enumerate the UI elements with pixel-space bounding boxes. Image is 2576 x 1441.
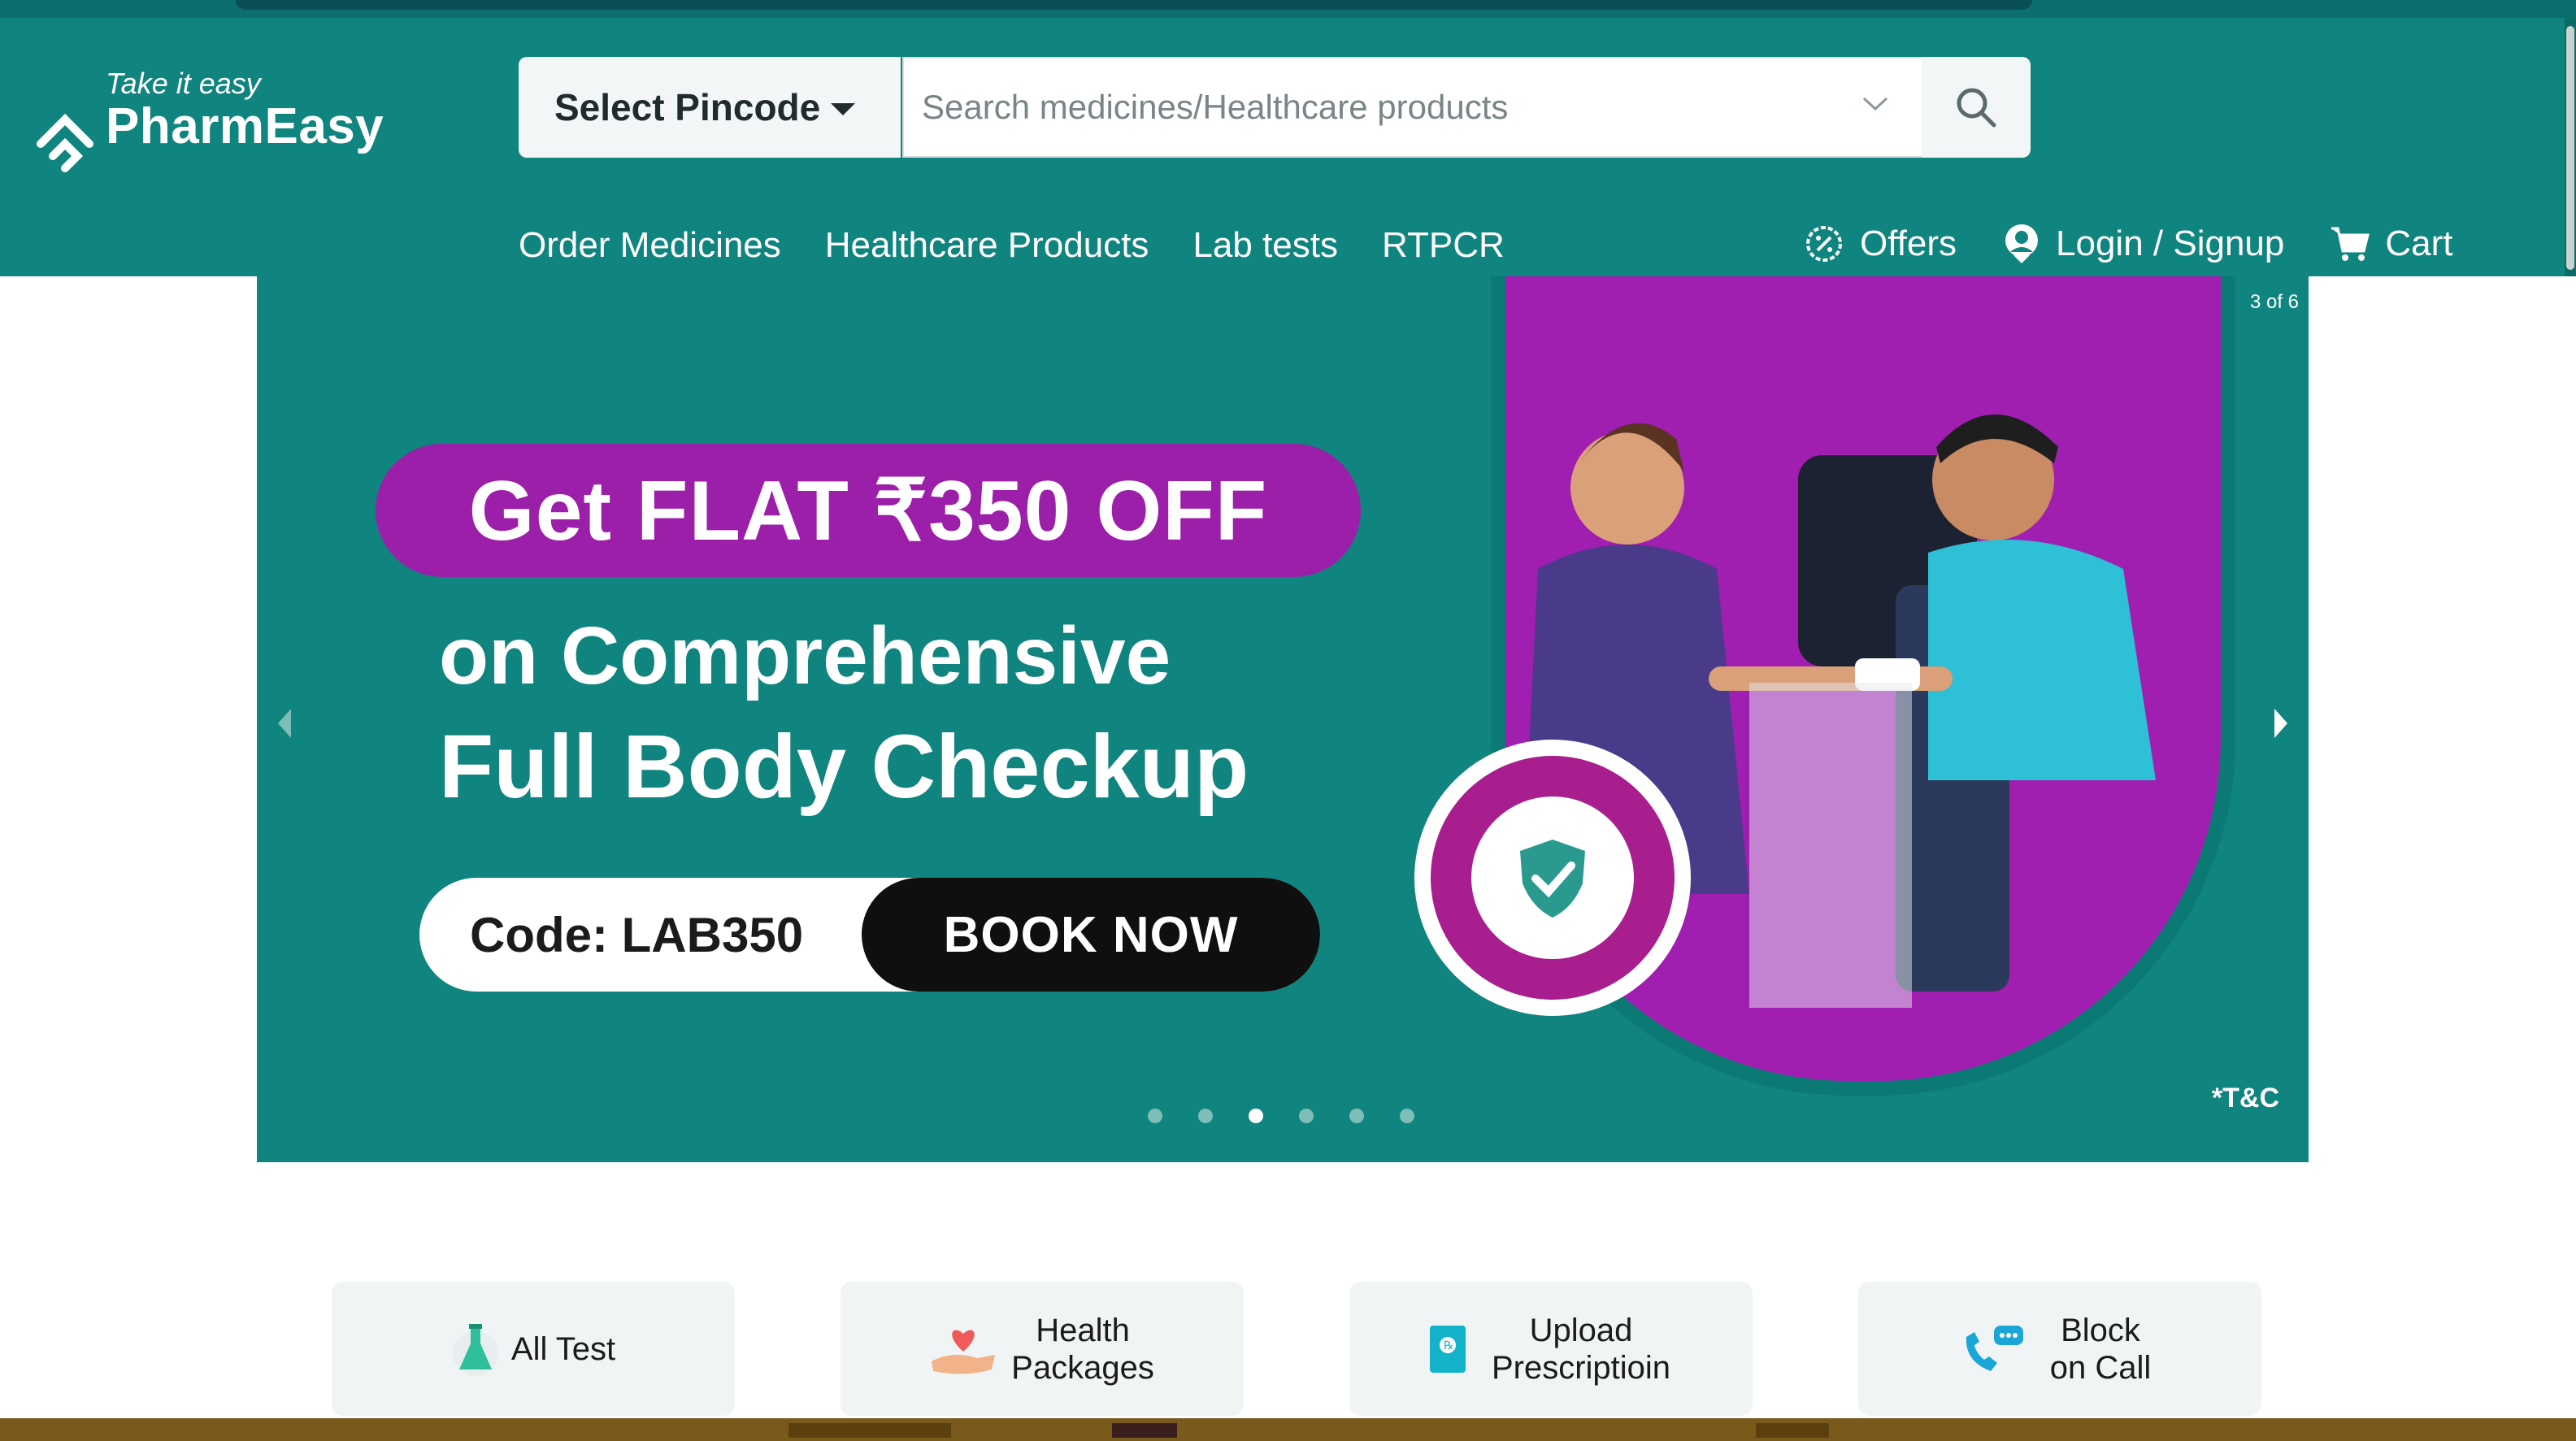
- carousel-dot[interactable]: [1148, 1109, 1162, 1123]
- site-header: Take it easy PharmEasy Select Pincode Or…: [0, 18, 2576, 276]
- nav-healthcare-products[interactable]: Healthcare Products: [825, 225, 1149, 266]
- tile-health-packages[interactable]: Health Packages: [841, 1282, 1244, 1416]
- page-scrollbar[interactable]: [2565, 18, 2576, 276]
- carousel-dot[interactable]: [1299, 1109, 1314, 1123]
- checkmark-shield-icon: [1520, 840, 1585, 918]
- login-signup-link[interactable]: Login / Signup: [2002, 223, 2284, 265]
- pharmeasy-logo-icon: [37, 113, 93, 172]
- carousel-next-icon[interactable]: [2271, 707, 2291, 740]
- svg-text:℞: ℞: [1444, 1339, 1454, 1352]
- account-nav: Offers Login / Signup Cart: [1803, 223, 2498, 265]
- promo-headline: Get FLAT ₹350 OFF: [468, 464, 1268, 558]
- carousel-dot[interactable]: [1349, 1109, 1364, 1123]
- book-now-button[interactable]: BOOK NOW: [862, 878, 1320, 992]
- tile-upload-prescription[interactable]: ℞ Upload Prescriptioin: [1349, 1282, 1753, 1416]
- tile-block-on-call[interactable]: Block on Call: [1858, 1282, 2261, 1416]
- coupon-code: Code: LAB350: [470, 908, 804, 962]
- tile-label: Upload Prescriptioin: [1491, 1312, 1671, 1386]
- heart-hand-icon: [932, 1330, 995, 1374]
- offer-badge-icon: [1806, 226, 1842, 262]
- logo-tagline: Take it easy: [106, 67, 261, 100]
- promo-line-2: Full Body Checkup: [439, 717, 1249, 817]
- chevron-down-icon[interactable]: [1861, 96, 1889, 112]
- carousel-dots: [1148, 1109, 1414, 1123]
- search-field[interactable]: [902, 57, 1923, 158]
- promo-line-1: on Comprehensive: [439, 610, 1171, 701]
- terms-note: *T&C: [2211, 1083, 2279, 1113]
- pincode-label: Select Pincode: [554, 86, 821, 128]
- coupon-pill: Code: LAB350 BOOK NOW: [419, 878, 1320, 992]
- main-nav: Order Medicines Healthcare Products Lab …: [519, 225, 1505, 266]
- pharmeasy-logo[interactable]: Take it easy PharmEasy: [33, 59, 384, 189]
- offers-link[interactable]: Offers: [1803, 223, 1957, 265]
- hero-carousel[interactable]: 3 of 6 Get FLAT ₹350 OFF on Comprehensiv…: [257, 276, 2309, 1162]
- prescription-icon: ℞: [1430, 1325, 1466, 1373]
- book-now-label: BOOK NOW: [943, 906, 1239, 963]
- login-label: Login / Signup: [2056, 224, 2285, 263]
- os-taskbar: [0, 1418, 2576, 1441]
- offers-label: Offers: [1860, 224, 1957, 263]
- tile-label: Health Packages: [1011, 1312, 1154, 1386]
- phone-chat-icon: [1966, 1325, 2023, 1371]
- tile-label: Block on Call: [2049, 1312, 2152, 1386]
- promo-headline-pill: Get FLAT ₹350 OFF: [376, 444, 1361, 577]
- carousel-dot-active[interactable]: [1249, 1109, 1263, 1123]
- nav-order-medicines[interactable]: Order Medicines: [519, 225, 781, 266]
- search-icon: [1957, 88, 1996, 128]
- tile-all-test[interactable]: All Test: [332, 1282, 735, 1416]
- flask-icon: [452, 1323, 498, 1376]
- cart-icon: [2331, 227, 2370, 261]
- caret-down-icon: [831, 103, 855, 115]
- search-input[interactable]: [920, 87, 1818, 128]
- search-button[interactable]: [1922, 57, 2031, 158]
- nav-lab-tests[interactable]: Lab tests: [1192, 225, 1338, 266]
- browser-top-strip: [0, 0, 2576, 18]
- carousel-prev-icon[interactable]: [275, 707, 294, 740]
- nav-rtpcr[interactable]: RTPCR: [1382, 225, 1505, 266]
- pincode-selector[interactable]: Select Pincode: [519, 57, 901, 158]
- user-icon: [2005, 224, 2039, 263]
- tile-label: All Test: [510, 1330, 616, 1367]
- cart-link[interactable]: Cart: [2330, 224, 2452, 264]
- slide-counter: 3 of 6: [2249, 291, 2299, 313]
- logo-brand-name: PharmEasy: [106, 98, 384, 154]
- search-bar: Select Pincode: [519, 57, 2031, 158]
- carousel-dot[interactable]: [1400, 1109, 1414, 1123]
- carousel-dot[interactable]: [1198, 1109, 1213, 1123]
- on-time-or-free-seal: [1414, 740, 1691, 1016]
- cart-label: Cart: [2385, 224, 2453, 263]
